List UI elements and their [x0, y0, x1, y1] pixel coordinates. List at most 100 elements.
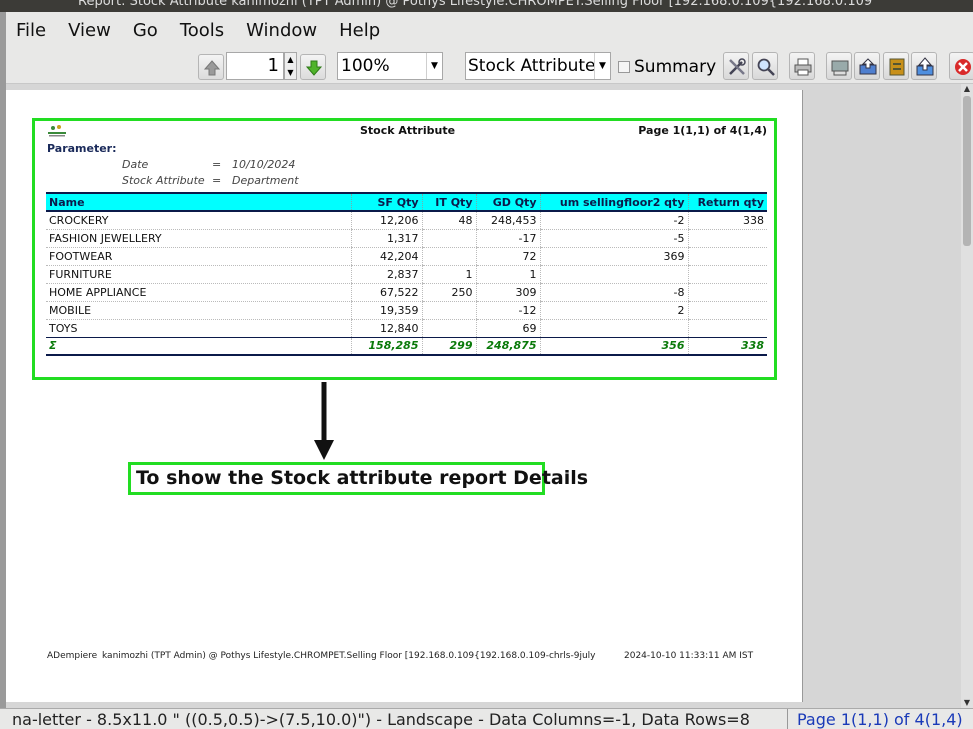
archive-icon: [889, 58, 905, 76]
summary-label: Summary: [634, 57, 717, 77]
next-page-button[interactable]: [300, 54, 326, 80]
checkbox-icon: [618, 61, 630, 73]
table-row: HOME APPLIANCE 67,522 250 309 -8: [46, 283, 767, 302]
cell: [421, 319, 476, 338]
page-spinner[interactable]: ▲ ▼: [284, 52, 297, 80]
cell: 369: [539, 247, 688, 266]
scanner-icon: [831, 60, 849, 76]
print-button[interactable]: [789, 52, 815, 80]
close-icon: [955, 59, 971, 75]
cell: FOOTWEAR: [46, 247, 351, 266]
cell: 69: [475, 319, 540, 338]
table-row: FURNITURE 2,837 1 1: [46, 265, 767, 284]
report-table: Name SF Qty IT Qty GD Qty um sellingfloo…: [46, 192, 767, 356]
cell: 67,522: [350, 283, 422, 302]
total-cell: 158,285: [350, 336, 422, 356]
scroll-down-icon[interactable]: ▼: [961, 698, 973, 708]
cell: [421, 247, 476, 266]
save-report-button[interactable]: [911, 52, 937, 80]
cell: 338: [687, 211, 767, 230]
column-header: Name: [46, 192, 351, 212]
cell: -12: [475, 301, 540, 320]
cell: 248,453: [475, 211, 540, 230]
summary-checkbox[interactable]: Summary: [618, 56, 716, 78]
menu-tools[interactable]: Tools: [180, 20, 224, 41]
arrow-down-icon: [305, 60, 323, 76]
status-page-format: na-letter - 8.5x11.0 " ((0.5,0.5)->(7.5,…: [6, 709, 788, 729]
column-header: SF Qty: [350, 192, 422, 212]
param-key: Date: [122, 158, 149, 171]
footer-session: kanimozhi (TPT Admin) @ Pothys Lifestyle…: [102, 651, 596, 661]
page-number-input[interactable]: 1: [226, 52, 284, 80]
menu-window[interactable]: Window: [246, 20, 317, 41]
sum-symbol: Σ: [46, 336, 351, 356]
menu-file[interactable]: File: [16, 20, 46, 41]
total-cell: 338: [687, 336, 767, 356]
close-button[interactable]: [949, 52, 973, 80]
param-eq: =: [212, 174, 222, 187]
upload-icon: [916, 57, 934, 76]
cell: -8: [539, 283, 688, 302]
find-button[interactable]: [752, 52, 778, 80]
column-header: Return qty: [687, 192, 767, 212]
cell: 2: [539, 301, 688, 320]
cell: MOBILE: [46, 301, 351, 320]
cell: -5: [539, 229, 688, 248]
cell: [687, 229, 767, 248]
annotation-callout: To show the Stock attribute report Detai…: [128, 462, 588, 495]
cell: 250: [421, 283, 476, 302]
scrollbar-thumb[interactable]: [963, 96, 971, 246]
zoom-value: 100%: [341, 56, 390, 76]
cell: 72: [475, 247, 540, 266]
cell: [421, 301, 476, 320]
tools-icon: [729, 58, 746, 75]
cell: FASHION JEWELLERY: [46, 229, 351, 248]
export-button[interactable]: [854, 52, 880, 80]
archive-button[interactable]: [883, 52, 909, 80]
zoom-select[interactable]: 100% ▼: [337, 52, 443, 80]
annotation-arrow-icon: [314, 382, 334, 460]
table-row: FOOTWEAR 42,204 72 369: [46, 247, 767, 266]
cell: CROCKERY: [46, 211, 351, 230]
menu-view[interactable]: View: [68, 20, 111, 41]
status-bar: na-letter - 8.5x11.0 " ((0.5,0.5)->(7.5,…: [0, 708, 973, 729]
printer-icon: [794, 58, 812, 76]
menu-bar: File View Go Tools Window Help: [0, 12, 973, 48]
cell: [687, 301, 767, 320]
cell: [687, 265, 767, 284]
cell: 1: [475, 265, 540, 284]
param-value: Department: [232, 174, 299, 187]
parameter-heading: Parameter:: [47, 142, 117, 155]
table-total-row: Σ 158,285 299 248,875 356 338: [46, 336, 767, 356]
cell: HOME APPLIANCE: [46, 283, 351, 302]
table-row: FASHION JEWELLERY 1,317 -17 -5: [46, 229, 767, 248]
param-row-date: Date = 10/10/2024: [122, 158, 295, 171]
total-cell: 299: [421, 336, 476, 356]
cell: 19,359: [350, 301, 422, 320]
window-title: Report: Stock Attribute kanimozhi (TPT A…: [78, 0, 873, 9]
param-eq: =: [212, 158, 222, 171]
menu-go[interactable]: Go: [133, 20, 158, 41]
report-select[interactable]: Stock Attribute ▼: [465, 52, 611, 80]
customize-button[interactable]: [723, 52, 749, 80]
report-select-value: Stock Attribute: [468, 56, 596, 76]
table-header-row: Name SF Qty IT Qty GD Qty um sellingfloo…: [46, 192, 767, 212]
total-cell: 248,875: [475, 336, 540, 356]
column-header: GD Qty: [475, 192, 540, 212]
cell: 12,840: [350, 319, 422, 338]
menu-help[interactable]: Help: [339, 20, 380, 41]
column-header: IT Qty: [421, 192, 476, 212]
table-row: TOYS 12,840 69: [46, 319, 767, 338]
table-row: CROCKERY 12,206 48 248,453 -2 338: [46, 211, 767, 230]
chevron-down-icon: ▼: [426, 53, 442, 79]
cell: [687, 247, 767, 266]
print-preview-button[interactable]: [826, 52, 852, 80]
status-page-info: Page 1(1,1) of 4(1,4): [797, 710, 963, 729]
previous-page-button[interactable]: [198, 54, 224, 80]
vertical-scrollbar[interactable]: ▲ ▼: [961, 84, 973, 708]
search-icon: [757, 58, 775, 76]
window-title-bar: Report: Stock Attribute kanimozhi (TPT A…: [0, 0, 973, 12]
cell: [539, 319, 688, 338]
cell: 48: [421, 211, 476, 230]
scroll-up-icon[interactable]: ▲: [961, 84, 973, 94]
